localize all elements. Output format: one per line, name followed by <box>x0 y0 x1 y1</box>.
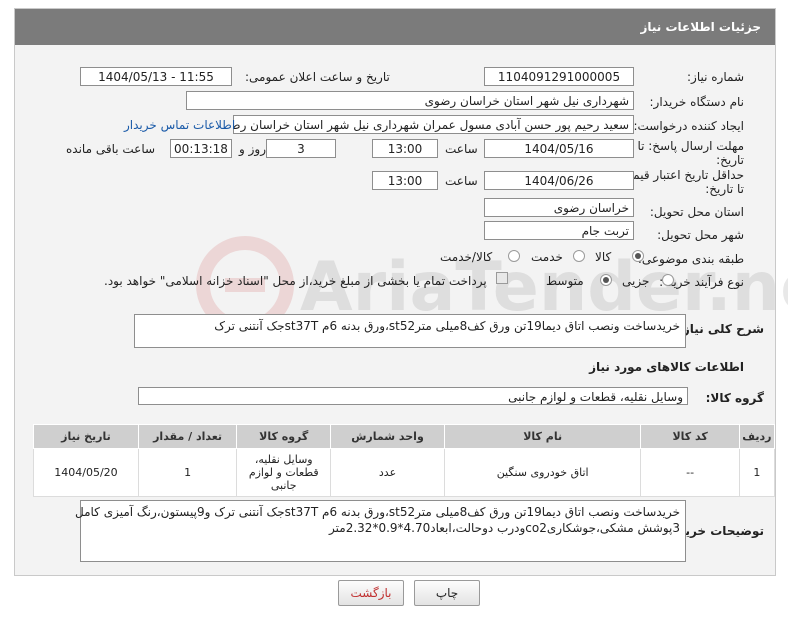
reply-deadline-label-2: تاریخ: <box>716 153 744 167</box>
price-time-label: ساعت <box>445 174 478 188</box>
process-medium-radio[interactable] <box>600 274 612 286</box>
treasury-payment-note: پرداخت تمام یا بخشی از مبلغ خرید،از محل … <box>104 274 487 288</box>
cell-unit: عدد <box>330 448 445 497</box>
col-date: تاریخ نیاز <box>33 424 139 449</box>
remaining-time-field: 00:13:18 <box>170 139 232 158</box>
city-label: شهر محل تحویل: <box>657 228 744 242</box>
cell-code: -- <box>640 448 740 497</box>
col-code: کد کالا <box>640 424 740 449</box>
cell-qty: 1 <box>137 448 238 497</box>
category-both-radio[interactable] <box>508 250 520 262</box>
buyer-notes-textarea: خریدساخت ونصب اتاق دیما19تن ورق کف8میلی … <box>75 500 686 562</box>
creator-field: سعید رحیم پور حسن آبادی مسول عمران شهردا… <box>233 115 634 134</box>
summary-text: خریدساخت ونصب اتاق دیما19تن ورق کف8میلی … <box>214 319 680 333</box>
category-goods-radio[interactable] <box>632 250 644 262</box>
goods-table: ردیف کد کالا نام کالا واحد شمارش گروه کا… <box>33 424 776 497</box>
buyer-notes-line-2: 3پوشش مشکی،جوشکاریco2ودرب دوحالت،ابعاد4.… <box>329 521 680 535</box>
table-row: 1 -- اتاق خودروی سنگین عدد وسایل نقلیه، … <box>33 448 776 497</box>
reply-date-field: 1404/05/16 <box>484 139 634 158</box>
category-both-label: کالا/خدمت <box>440 250 493 264</box>
print-button[interactable]: چاپ <box>414 580 480 606</box>
announce-date-label: تاریخ و ساعت اعلان عمومی: <box>245 70 390 84</box>
page-title: جزئیات اطلاعات نیاز <box>15 9 775 45</box>
announce-date-field: 1404/05/13 - 11:55 <box>80 67 232 86</box>
goods-group-label: گروه کالا: <box>705 391 764 405</box>
need-number-label: شماره نیاز: <box>687 70 744 84</box>
price-deadline-label-2: تا تاریخ: <box>705 182 744 196</box>
creator-label: ایجاد کننده درخواست: <box>633 119 744 133</box>
process-minor-label: جزیی <box>622 274 650 288</box>
treasury-payment-checkbox[interactable] <box>496 272 508 284</box>
process-medium-label: متوسط <box>546 274 584 288</box>
cell-name: اتاق خودروی سنگین <box>443 448 642 497</box>
reply-deadline-label: مهلت ارسال پاسخ: تا <box>637 139 744 153</box>
col-row: ردیف <box>738 424 776 449</box>
goods-group-field: وسایل نقلیه، قطعات و لوازم جانبی <box>138 387 688 405</box>
summary-textarea: خریدساخت ونصب اتاق دیما19تن ورق کف8میلی … <box>134 314 686 348</box>
category-goods-label: کالا <box>595 250 612 264</box>
buyer-org-field: شهرداری نیل شهر استان خراسان رضوی <box>186 91 634 110</box>
reply-time-label: ساعت <box>445 142 478 156</box>
goods-section-title: اطلاعات کالاهای مورد نیاز <box>589 360 744 374</box>
buyer-notes-line-1: خریدساخت ونصب اتاق دیما19تن ورق کف8میلی … <box>75 505 680 519</box>
price-date-field: 1404/06/26 <box>484 171 634 190</box>
col-unit: واحد شمارش <box>330 424 445 449</box>
summary-label: شرح کلی نیاز: <box>678 322 764 336</box>
category-service-label: خدمت <box>531 250 563 264</box>
province-label: استان محل تحویل: <box>649 205 744 219</box>
goods-table-header: ردیف کد کالا نام کالا واحد شمارش گروه کا… <box>33 424 776 449</box>
back-button[interactable]: بازگشت <box>338 580 404 606</box>
buyer-contact-link[interactable]: اطلاعات تماس خریدار <box>124 118 235 132</box>
col-qty: تعداد / مقدار <box>137 424 238 449</box>
province-field: خراسان رضوی <box>484 198 634 217</box>
process-minor-radio[interactable] <box>662 274 674 286</box>
cell-row: 1 <box>738 448 776 497</box>
cell-group: وسایل نقلیه، قطعات و لوازم جانبی <box>236 448 332 497</box>
category-service-radio[interactable] <box>573 250 585 262</box>
need-number-field: 1104091291000005 <box>484 67 634 86</box>
col-group: گروه کالا <box>236 424 332 449</box>
remaining-days-field: 3 <box>266 139 336 158</box>
cell-date: 1404/05/20 <box>33 448 139 497</box>
remaining-time-label: ساعت باقی مانده <box>66 142 156 156</box>
buyer-org-label: نام دستگاه خریدار: <box>649 95 745 109</box>
city-field: تربت جام <box>484 221 634 240</box>
days-label: روز و <box>239 142 266 156</box>
reply-time-field: 13:00 <box>372 139 438 158</box>
col-name: نام کالا <box>443 424 642 449</box>
price-deadline-label: حداقل تاریخ اعتبار قیمت: <box>617 168 744 182</box>
price-time-field: 13:00 <box>372 171 438 190</box>
category-label: طبقه بندی موضوعی: <box>637 252 744 266</box>
